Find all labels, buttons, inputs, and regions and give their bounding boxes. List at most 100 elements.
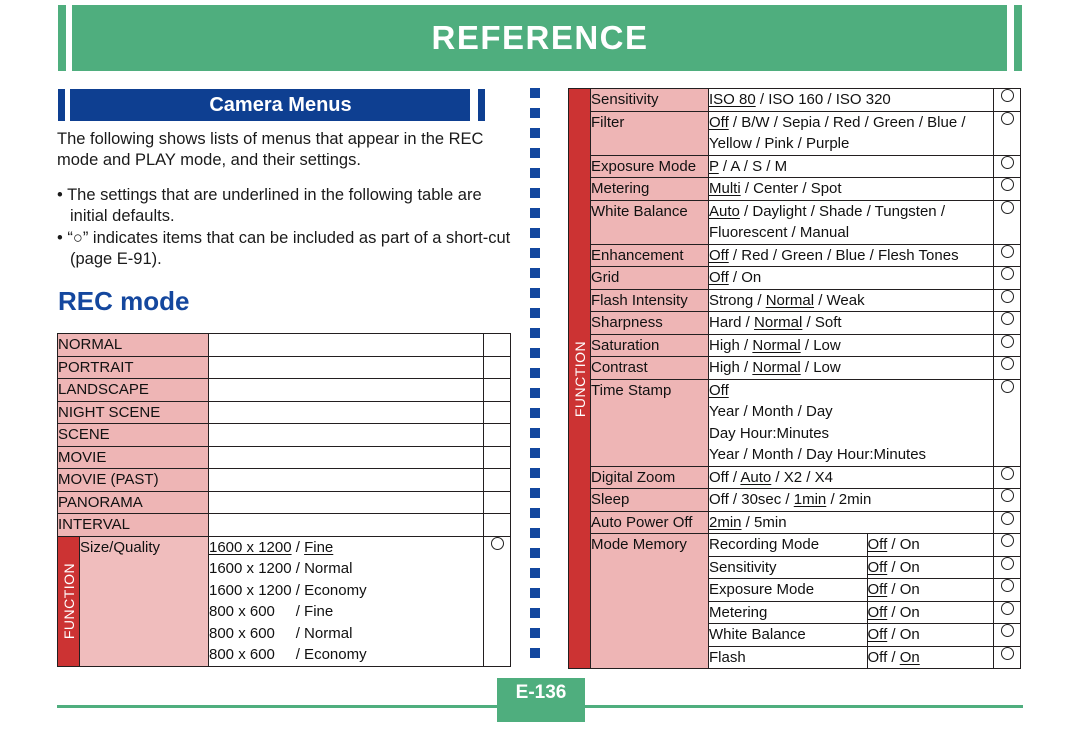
divider-dot	[530, 288, 540, 298]
function-menu-table: FUNCTION Sensitivity ISO 80 / ISO 160 / IS…	[568, 88, 1021, 669]
setting-name-cell: Contrast	[590, 356, 709, 380]
table-row: Contrast High / Normal / Low	[569, 356, 1021, 380]
shortcut-marker-cell	[993, 465, 1021, 489]
time-stamp-option: Off	[709, 381, 729, 399]
rec-mode-name-cell: NORMAL	[57, 333, 209, 357]
divider-dot	[530, 568, 540, 578]
size-quality-option: 1600 x 1200 / Fine	[209, 538, 334, 556]
rec-mode-values-cell	[208, 378, 484, 402]
table-row: SCENE	[57, 423, 511, 447]
divider-dot	[530, 388, 540, 398]
circle-icon	[1000, 556, 1014, 570]
mode-memory-item-values: Off / On	[866, 556, 993, 578]
setting-name-cell: Metering	[590, 177, 709, 201]
dotted-divider	[530, 88, 540, 660]
mode-memory-item-values: Off / On	[866, 534, 993, 556]
setting-values-cell: Hard / Normal / Soft	[708, 311, 994, 335]
mode-memory-label-cell: Mode Memory	[590, 533, 709, 669]
divider-dot	[530, 328, 540, 338]
shortcut-marker-cell	[993, 311, 1021, 335]
page-number-badge: E-136	[497, 678, 585, 722]
circle-icon	[1000, 111, 1014, 125]
shortcut-marker-cell	[483, 400, 511, 424]
page-title: REFERENCE	[431, 19, 649, 56]
mode-memory-item-name: Metering	[709, 601, 868, 623]
rec-mode-heading: REC mode	[58, 286, 190, 316]
circle-icon	[1000, 155, 1014, 169]
shortcut-marker-cell	[993, 510, 1021, 534]
divider-dot	[530, 168, 540, 178]
divider-dot	[530, 188, 540, 198]
table-row: Digital Zoom Off / Auto / X2 / X4	[569, 465, 1021, 489]
rec-mode-name-cell: INTERVAL	[57, 513, 209, 537]
mode-memory-item-values: Off / On	[866, 646, 993, 668]
shortcut-marker-cell	[993, 266, 1021, 290]
size-quality-option: 800 x 600 / Fine	[209, 603, 334, 620]
setting-values-cell: Off / Auto / X2 / X4	[708, 465, 994, 489]
divider-dot	[530, 148, 540, 158]
shortcut-marker-cell	[483, 445, 511, 469]
divider-dot	[530, 608, 540, 618]
rec-mode-values-cell	[208, 490, 484, 514]
shortcut-marker-cell	[483, 535, 511, 667]
table-row: NORMAL	[57, 333, 511, 357]
shortcut-marker-cell	[993, 154, 1021, 178]
table-row: Enhancement Off / Red / Green / Blue / Fl…	[569, 243, 1021, 267]
circle-icon	[1000, 489, 1014, 502]
size-quality-option: 1600 x 1200 / Normal	[209, 560, 353, 577]
divider-dot	[530, 308, 540, 318]
table-row: LANDSCAPE	[57, 378, 511, 402]
shortcut-marker-cell	[993, 378, 1021, 467]
setting-name-cell: White Balance	[590, 199, 709, 245]
mode-memory-item-cell: Flash Off / On	[708, 645, 994, 669]
setting-name-cell: Digital Zoom	[590, 465, 709, 489]
divider-dot	[530, 228, 540, 238]
table-row: Flash Intensity Strong / Normal / Weak	[569, 288, 1021, 312]
size-quality-values-cell: 1600 x 1200 / Fine 1600 x 1200 / Normal 16…	[208, 535, 484, 667]
setting-name-cell: Saturation	[590, 333, 709, 357]
rec-mode-values-cell	[208, 468, 484, 492]
rec-mode-name-cell: LANDSCAPE	[57, 378, 209, 402]
table-row: MOVIE	[57, 445, 511, 469]
mode-memory-item-name: Exposure Mode	[709, 579, 868, 601]
divider-dot	[530, 428, 540, 438]
function-group-label: FUNCTION	[57, 535, 80, 667]
time-stamp-option: Year / Month / Day Hour:Minutes	[709, 446, 927, 463]
shortcut-marker-cell	[993, 488, 1021, 512]
rec-mode-values-cell	[208, 333, 484, 357]
divider-dot	[530, 268, 540, 278]
rec-mode-table: NORMAL PORTRAIT LANDSCAPE NIGHT SCENE SC…	[57, 333, 511, 667]
rec-mode-values-cell	[208, 423, 484, 447]
shortcut-marker-cell	[993, 199, 1021, 245]
mode-memory-item-cell: Exposure Mode Off / On	[708, 578, 994, 602]
setting-values-cell: 2min / 5min	[708, 510, 994, 534]
divider-dot	[530, 248, 540, 258]
section-title: Camera Menus	[209, 94, 352, 116]
circle-icon	[1000, 178, 1014, 191]
table-row: Auto Power Off 2min / 5min	[569, 510, 1021, 534]
circle-icon	[1000, 511, 1014, 525]
circle-icon	[1000, 379, 1014, 393]
setting-values-cell: Multi / Center / Spot	[708, 177, 994, 201]
mode-memory-item-cell: Sensitivity Off / On	[708, 555, 994, 579]
circle-icon	[1000, 624, 1014, 637]
setting-name-cell: Grid	[590, 266, 709, 290]
table-row: FUNCTION Sensitivity ISO 80 / ISO 160 / IS…	[568, 88, 1021, 669]
setting-values-cell: ISO 80 / ISO 160 / ISO 320	[708, 88, 994, 112]
table-row: Grid Off / On	[569, 266, 1021, 290]
shortcut-marker-cell	[993, 88, 1021, 112]
rec-mode-name-cell: PANORAMA	[57, 490, 209, 514]
rec-mode-values-cell	[208, 355, 484, 379]
time-stamp-option: Day Hour:Minutes	[709, 424, 830, 442]
shortcut-marker-cell	[483, 513, 511, 537]
shortcut-marker-cell	[993, 533, 1021, 557]
mode-memory-item-cell: White Balance Off / On	[708, 623, 994, 647]
shortcut-marker-cell	[483, 490, 511, 514]
rec-mode-values-cell	[208, 513, 484, 537]
rec-mode-values-cell	[208, 400, 484, 424]
intro-paragraph: The following shows lists of menus that …	[57, 130, 484, 169]
circle-icon	[1000, 601, 1014, 615]
shortcut-marker-cell	[993, 243, 1021, 267]
setting-values-cell: Strong / Normal / Weak	[708, 288, 994, 312]
divider-dot	[530, 588, 540, 598]
